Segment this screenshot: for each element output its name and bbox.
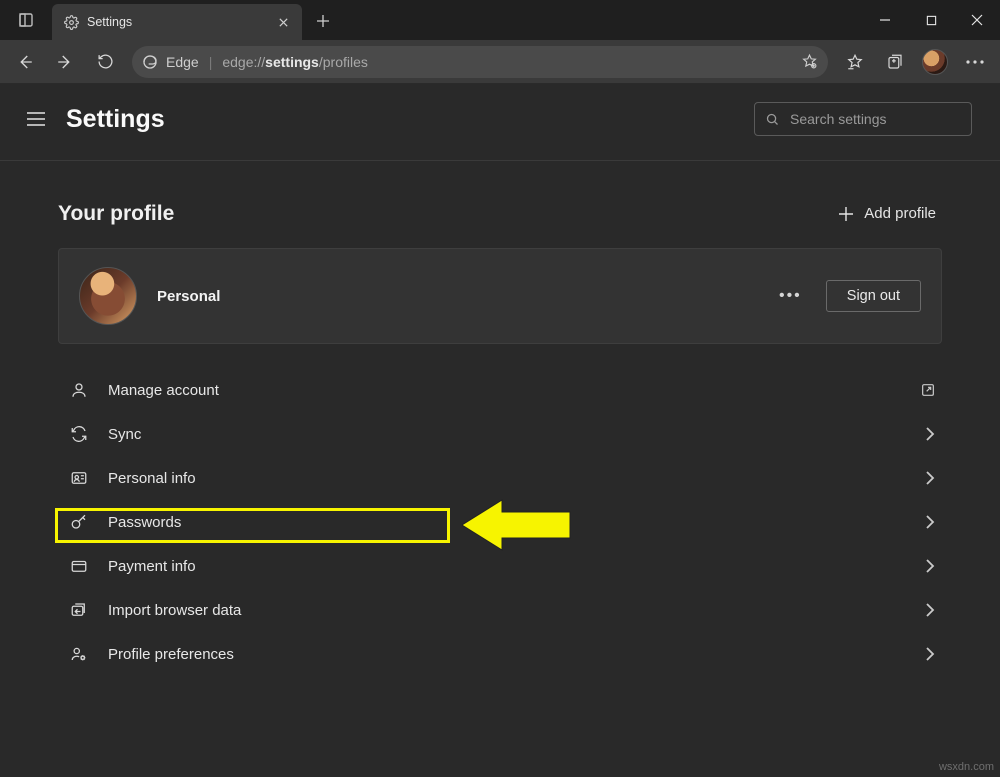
chevron-right-icon: [924, 646, 936, 662]
chevron-right-icon: [924, 602, 936, 618]
profile-card: Personal ••• Sign out: [58, 248, 942, 344]
address-bar[interactable]: Edge | edge://settings/profiles: [132, 46, 828, 78]
option-passwords[interactable]: Passwords: [58, 500, 942, 544]
avatar-icon: [922, 49, 948, 75]
menu-button[interactable]: [22, 105, 50, 133]
titlebar: Settings: [0, 0, 1000, 40]
more-menu-button[interactable]: [956, 44, 994, 80]
profile-avatar-button[interactable]: [916, 44, 954, 80]
personal-info-icon: [68, 469, 90, 487]
option-import-browser-data[interactable]: Import browser data: [58, 588, 942, 632]
app-icon: [0, 0, 52, 40]
option-label: Passwords: [108, 514, 906, 531]
chevron-right-icon: [924, 514, 936, 530]
watermark: wsxdn.com: [939, 761, 994, 773]
new-tab-button[interactable]: [306, 4, 340, 38]
address-separator: |: [209, 54, 213, 70]
window-controls: [862, 0, 1000, 40]
settings-search[interactable]: [754, 102, 972, 136]
sign-out-button[interactable]: Sign out: [826, 280, 921, 312]
option-label: Manage account: [108, 382, 902, 399]
favorite-button[interactable]: [801, 53, 818, 70]
url-text: edge://settings/profiles: [222, 54, 791, 70]
site-identity: Edge: [142, 54, 199, 70]
search-icon: [765, 112, 780, 127]
profile-page: Your profile Add profile Personal ••• Si…: [0, 161, 1000, 676]
option-sync[interactable]: Sync: [58, 412, 942, 456]
settings-content: Settings Your profile Add profile Person…: [0, 84, 1000, 777]
search-input[interactable]: [790, 111, 971, 127]
browser-toolbar: Edge | edge://settings/profiles: [0, 40, 1000, 84]
forward-button[interactable]: [46, 44, 84, 80]
import-browser-data-icon: [68, 601, 90, 619]
close-tab-button[interactable]: [274, 13, 292, 31]
refresh-button[interactable]: [86, 44, 124, 80]
option-manage-account[interactable]: Manage account: [58, 368, 942, 412]
external-link-icon: [920, 382, 936, 398]
option-personal-info[interactable]: Personal info: [58, 456, 942, 500]
settings-header: Settings: [0, 84, 1000, 161]
site-label: Edge: [166, 54, 199, 70]
manage-account-icon: [68, 381, 90, 399]
chevron-right-icon: [924, 426, 936, 442]
option-label: Sync: [108, 426, 906, 443]
tab-settings[interactable]: Settings: [52, 4, 302, 40]
option-label: Personal info: [108, 470, 906, 487]
maximize-button[interactable]: [908, 0, 954, 40]
edge-icon: [142, 54, 158, 70]
option-label: Profile preferences: [108, 646, 906, 663]
sync-icon: [68, 425, 90, 443]
option-profile-preferences[interactable]: Profile preferences: [58, 632, 942, 676]
payment-info-icon: [68, 557, 90, 575]
section-title: Your profile: [58, 202, 832, 226]
add-profile-label: Add profile: [864, 205, 936, 222]
collections-button[interactable]: [876, 44, 914, 80]
back-button[interactable]: [6, 44, 44, 80]
chevron-right-icon: [924, 558, 936, 574]
page-title: Settings: [66, 105, 738, 134]
passwords-icon: [68, 513, 90, 531]
chevron-right-icon: [924, 470, 936, 486]
minimize-button[interactable]: [862, 0, 908, 40]
profile-preferences-icon: [68, 645, 90, 663]
add-profile-button[interactable]: Add profile: [832, 201, 942, 226]
profile-avatar: [79, 267, 137, 325]
plus-icon: [838, 206, 854, 222]
profile-more-button[interactable]: •••: [773, 281, 808, 311]
option-label: Payment info: [108, 558, 906, 575]
option-payment-info[interactable]: Payment info: [58, 544, 942, 588]
profile-name: Personal: [157, 288, 753, 305]
option-label: Import browser data: [108, 602, 906, 619]
gear-icon: [64, 15, 79, 30]
favorites-button[interactable]: [836, 44, 874, 80]
tab-title: Settings: [87, 15, 266, 29]
close-window-button[interactable]: [954, 0, 1000, 40]
profile-options-list: Manage account Sync Personal info Passwords…: [58, 368, 942, 676]
